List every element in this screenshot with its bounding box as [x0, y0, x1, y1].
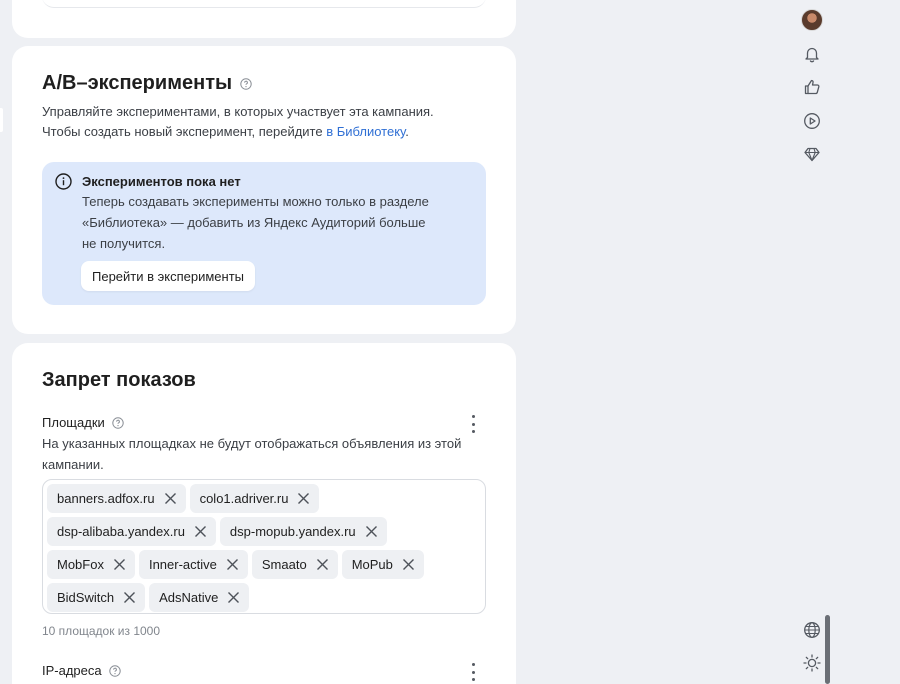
- platform-tag: MobFox: [47, 550, 135, 579]
- notice-text: Теперь создавать эксперименты можно толь…: [82, 191, 462, 254]
- platforms-desc-line1: На указанных площадках не будут отобража…: [42, 436, 462, 451]
- ab-desc-suffix: .: [405, 124, 409, 139]
- remove-tag-icon[interactable]: [226, 558, 239, 571]
- platforms-counter: 10 площадок из 1000: [42, 624, 161, 638]
- diamond-icon[interactable]: [802, 144, 822, 164]
- tag-row: dsp-alibaba.yandex.ru dsp-mopub.yandex.r…: [47, 517, 481, 546]
- platforms-description: На указанных площадках не будут отобража…: [42, 433, 492, 475]
- ip-label: IP-адреса: [42, 663, 102, 678]
- remove-tag-icon[interactable]: [227, 591, 240, 604]
- platform-tag: colo1.adriver.ru: [189, 484, 320, 513]
- ab-section-heading: A/B–эксперименты: [42, 72, 252, 95]
- help-icon[interactable]: [108, 664, 121, 677]
- notice-title: Экспериментов пока нет: [82, 174, 241, 189]
- ban-section-title: Запрет показов: [42, 369, 196, 391]
- platform-tag-label: banners.adfox.ru: [57, 491, 155, 506]
- previous-section-card: [12, 0, 516, 38]
- platform-tag-label: BidSwitch: [57, 590, 115, 605]
- platform-tag: AdsNative: [149, 583, 250, 612]
- notice-text-line2: «Библиотека» — добавить из Яндекс Аудито…: [82, 215, 426, 230]
- platform-tag: Smaato: [251, 550, 338, 579]
- remove-tag-icon[interactable]: [164, 492, 177, 505]
- platform-tag: Inner-active: [138, 550, 248, 579]
- platform-tag-label: colo1.adriver.ru: [199, 491, 289, 506]
- platforms-field-label: Площадки: [42, 415, 124, 430]
- notice-text-line1: Теперь создавать эксперименты можно толь…: [82, 194, 429, 209]
- goto-experiments-button[interactable]: Перейти в эксперименты: [81, 261, 256, 291]
- ab-desc-prefix: Чтобы создать новый эксперимент, перейди…: [42, 124, 327, 139]
- platform-tag: dsp-alibaba.yandex.ru: [47, 517, 216, 546]
- ab-experiments-card: A/B–эксперименты Управляйте эксперимента…: [12, 46, 516, 334]
- platforms-tag-input[interactable]: banners.adfox.ru colo1.adriver.ru dsp-al…: [42, 479, 486, 614]
- notice-text-line3: не получится.: [82, 236, 166, 251]
- tag-row: BidSwitch AdsNative: [47, 583, 481, 612]
- previous-section-field: [42, 0, 486, 8]
- tag-row: banners.adfox.ru colo1.adriver.ru: [47, 484, 481, 513]
- remove-tag-icon[interactable]: [113, 558, 126, 571]
- remove-tag-icon[interactable]: [123, 591, 136, 604]
- platform-tag-label: dsp-mopub.yandex.ru: [229, 524, 356, 539]
- impression-ban-card: Запрет показов Площадки На указанных пло…: [12, 343, 516, 684]
- play-icon[interactable]: [802, 111, 822, 131]
- ip-field-label: IP-адреса: [42, 663, 121, 678]
- platform-tag-label: Inner-active: [148, 557, 217, 572]
- user-avatar[interactable]: [801, 9, 823, 31]
- remove-tag-icon[interactable]: [402, 558, 415, 571]
- ab-section-title: A/B–эксперименты: [42, 72, 233, 94]
- remove-tag-icon[interactable]: [316, 558, 329, 571]
- tag-row: MobFox Inner-active Smaato MoPub: [47, 550, 481, 579]
- platform-tag-label: Smaato: [261, 557, 307, 572]
- globe-icon[interactable]: [802, 620, 822, 640]
- platform-tag-label: MoPub: [351, 557, 393, 572]
- help-icon[interactable]: [112, 416, 124, 429]
- thumbs-up-icon[interactable]: [802, 77, 822, 97]
- remove-tag-icon[interactable]: [297, 492, 310, 505]
- no-experiments-notice: Экспериментов пока нет Теперь создавать …: [42, 162, 486, 305]
- ab-section-description: Управляйте экспериментами, в которых уча…: [42, 102, 492, 142]
- platforms-more-menu-icon[interactable]: [470, 415, 476, 433]
- platform-tag-label: dsp-alibaba.yandex.ru: [57, 524, 185, 539]
- platform-tag: MoPub: [341, 550, 424, 579]
- library-link[interactable]: в Библиотеку: [326, 124, 405, 139]
- remove-tag-icon[interactable]: [194, 525, 207, 538]
- sun-icon[interactable]: [802, 653, 822, 673]
- platforms-label: Площадки: [42, 415, 105, 430]
- help-icon[interactable]: [240, 77, 252, 90]
- platform-tag: banners.adfox.ru: [47, 484, 186, 513]
- left-panel-edge: [0, 108, 3, 132]
- ab-desc-line1: Управляйте экспериментами, в которых уча…: [42, 104, 434, 119]
- remove-tag-icon[interactable]: [365, 525, 378, 538]
- ab-desc-line2: Чтобы создать новый эксперимент, перейди…: [42, 122, 492, 142]
- vertical-scrollbar[interactable]: [825, 615, 830, 684]
- platforms-desc-line2: кампании.: [42, 457, 104, 472]
- bell-icon[interactable]: [802, 44, 822, 64]
- platform-tag-label: MobFox: [57, 557, 104, 572]
- platform-tag: dsp-mopub.yandex.ru: [219, 517, 387, 546]
- platform-tag: BidSwitch: [47, 583, 146, 612]
- info-icon: [55, 173, 72, 190]
- platform-tag-label: AdsNative: [159, 590, 219, 605]
- ip-more-menu-icon[interactable]: [470, 663, 476, 681]
